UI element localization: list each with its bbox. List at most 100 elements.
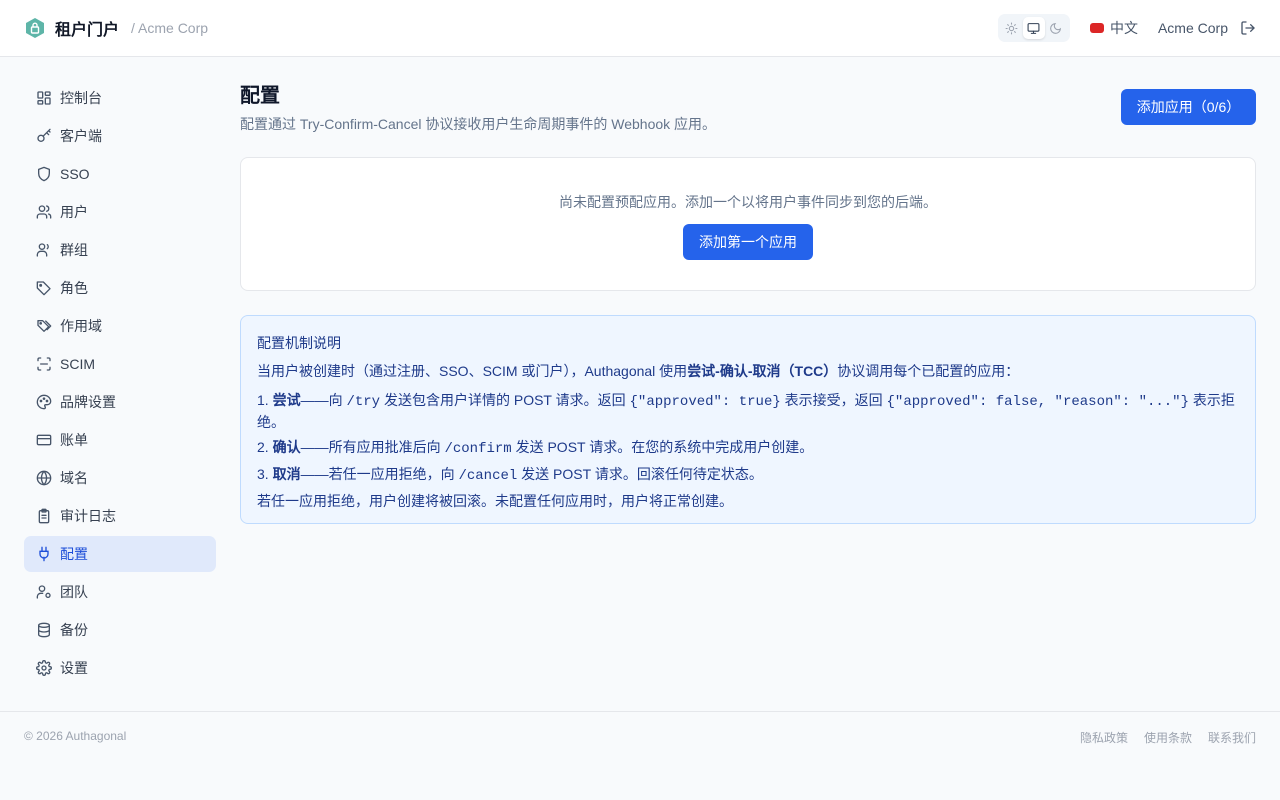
contact-link[interactable]: 联系我们 xyxy=(1208,729,1256,746)
sidebar-item-label: SCIM xyxy=(60,356,95,372)
sidebar-item-scopes[interactable]: 作用域 xyxy=(24,308,216,344)
footer-links: 隐私政策 使用条款 联系我们 xyxy=(1064,729,1256,746)
info-intro: 当用户被创建时（通过注册、SSO、SCIM 或门户），Authagonal 使用… xyxy=(257,362,1239,380)
page-title: 配置 xyxy=(240,85,280,107)
copyright: © 2026 Authagonal xyxy=(24,729,127,743)
terms-link[interactable]: 使用条款 xyxy=(1144,729,1192,746)
sidebar-item-label: 团队 xyxy=(60,584,88,600)
sidebar-item-audit-log[interactable]: 审计日志 xyxy=(24,498,216,534)
info-steps: 1. 尝试——向 /try 发送包含用户详情的 POST 请求。返回 {"app… xyxy=(257,390,1239,486)
users-icon xyxy=(36,204,52,220)
shield-icon xyxy=(36,166,52,182)
sidebar-item-label: 用户 xyxy=(60,204,88,220)
add-first-app-button[interactable]: 添加第一个应用 xyxy=(683,224,813,260)
sidebar-item-backup[interactable]: 备份 xyxy=(24,612,216,648)
step-text: 发送 POST 请求。在您的系统中完成用户创建。 xyxy=(511,439,814,455)
sidebar-item-branding[interactable]: 品牌设置 xyxy=(24,384,216,420)
sidebar-item-clients[interactable]: 客户端 xyxy=(24,118,216,154)
tags-icon xyxy=(36,318,52,334)
monitor-icon[interactable] xyxy=(1022,17,1045,39)
sidebar-item-label: 配置 xyxy=(60,546,88,562)
sidebar: 控制台 客户端 SSO 用户 群组 角色 作用域 SCIM 品牌设置 账单 域名 xyxy=(24,80,216,688)
info-intro-text: 当用户被创建时（通过注册、SSO、SCIM 或门户），Authagonal 使用 xyxy=(257,363,688,379)
main-content: 配置 配置通过 Try-Confirm-Cancel 协议接收用户生命周期事件的… xyxy=(240,80,1256,524)
page-description: 配置通过 Try-Confirm-Cancel 协议接收用户生命周期事件的 We… xyxy=(240,116,717,132)
sidebar-item-label: 设置 xyxy=(60,660,88,676)
sidebar-item-label: 审计日志 xyxy=(60,508,116,524)
step-number: 1. xyxy=(257,392,273,408)
step-text: 发送包含用户详情的 POST 请求。返回 xyxy=(380,392,630,408)
step-name: 确认 xyxy=(272,439,301,455)
scan-icon xyxy=(36,356,52,372)
step-text: ——向 xyxy=(300,392,347,408)
sidebar-item-label: 品牌设置 xyxy=(60,394,116,410)
key-icon xyxy=(36,128,52,144)
tenant-name: Acme Corp xyxy=(1157,20,1228,36)
clipboard-icon xyxy=(36,508,52,524)
step-code: /confirm xyxy=(444,441,512,457)
sidebar-item-domains[interactable]: 域名 xyxy=(24,460,216,496)
sidebar-item-users[interactable]: 用户 xyxy=(24,194,216,230)
step-code: {"approved": true} xyxy=(629,394,781,410)
credit-card-icon xyxy=(36,432,52,448)
user-team-icon xyxy=(36,584,52,600)
step-name: 尝试 xyxy=(272,392,301,408)
add-app-button[interactable]: 添加应用（0/6） xyxy=(1121,89,1256,125)
moon-icon[interactable] xyxy=(1045,17,1067,39)
step-code: /try xyxy=(346,394,381,410)
sidebar-item-label: SSO xyxy=(60,166,90,182)
tag-icon xyxy=(36,280,52,296)
palette-icon xyxy=(36,394,52,410)
sidebar-item-label: 备份 xyxy=(60,622,88,638)
step-cancel: 3. 取消——若任一应用拒绝，向 /cancel 发送 POST 请求。回滚任何… xyxy=(257,464,1239,486)
sidebar-item-sso[interactable]: SSO xyxy=(24,156,216,192)
sidebar-item-label: 域名 xyxy=(60,470,88,486)
sidebar-item-label: 控制台 xyxy=(60,90,102,106)
privacy-link[interactable]: 隐私政策 xyxy=(1080,729,1128,746)
logout-icon[interactable] xyxy=(1240,20,1256,36)
language-selector[interactable]: 中文 xyxy=(1089,18,1138,38)
step-text: 发送 POST 请求。回滚任何待定状态。 xyxy=(517,466,763,482)
step-code: /cancel xyxy=(458,468,518,484)
step-code: {"approved": false, "reason": "..."} xyxy=(886,394,1189,410)
globe-icon xyxy=(36,470,52,486)
sidebar-item-billing[interactable]: 账单 xyxy=(24,422,216,458)
plug-icon xyxy=(36,546,52,562)
sidebar-item-team[interactable]: 团队 xyxy=(24,574,216,610)
info-intro-text-end: 协议调用每个已配置的应用： xyxy=(837,363,1020,379)
step-number: 3. xyxy=(257,466,273,482)
step-number: 2. xyxy=(257,439,273,455)
info-footer: 若任一应用拒绝，用户创建将被回滚。未配置任何应用时，用户将正常创建。 xyxy=(257,493,733,509)
language-label: 中文 xyxy=(1109,20,1138,36)
info-title: 配置机制说明 xyxy=(257,335,341,351)
step-text: ——若任一应用拒绝，向 xyxy=(300,466,459,482)
sidebar-item-scim[interactable]: SCIM xyxy=(24,346,216,382)
database-icon xyxy=(36,622,52,638)
sidebar-item-label: 客户端 xyxy=(60,128,102,144)
flag-icon xyxy=(1089,23,1104,33)
empty-state-text: 尚未配置预配应用。添加一个以将用户事件同步到您的后端。 xyxy=(559,194,937,210)
theme-toggle xyxy=(997,14,1070,42)
logo-icon xyxy=(24,17,46,39)
top-header: 租户门户 / Acme Corp 中文 Acme Corp xyxy=(0,0,1280,57)
sidebar-item-label: 作用域 xyxy=(60,318,102,334)
sidebar-item-groups[interactable]: 群组 xyxy=(24,232,216,268)
sidebar-item-roles[interactable]: 角色 xyxy=(24,270,216,306)
step-text: ——所有应用批准后向 xyxy=(300,439,445,455)
step-try: 1. 尝试——向 /try 发送包含用户详情的 POST 请求。返回 {"app… xyxy=(257,390,1239,432)
page-footer: © 2026 Authagonal 隐私政策 使用条款 联系我们 xyxy=(0,711,1280,800)
dashboard-icon xyxy=(36,90,52,106)
group-icon xyxy=(36,242,52,258)
info-intro-bold: 尝试-确认-取消（TCC） xyxy=(687,363,838,379)
sidebar-item-label: 群组 xyxy=(60,242,88,258)
app-title: 租户门户 xyxy=(55,22,120,39)
sidebar-item-provisioning[interactable]: 配置 xyxy=(24,536,216,572)
step-confirm: 2. 确认——所有应用批准后向 /confirm 发送 POST 请求。在您的系… xyxy=(257,437,1239,459)
step-text: 表示接受，返回 xyxy=(780,392,887,408)
sidebar-item-dashboard[interactable]: 控制台 xyxy=(24,80,216,116)
brand[interactable]: 租户门户 / Acme Corp xyxy=(24,16,208,40)
empty-state-card: 尚未配置预配应用。添加一个以将用户事件同步到您的后端。 添加第一个应用 xyxy=(240,157,1256,291)
sun-icon[interactable] xyxy=(1001,17,1023,39)
gear-icon xyxy=(36,660,52,676)
sidebar-item-settings[interactable]: 设置 xyxy=(24,650,216,686)
